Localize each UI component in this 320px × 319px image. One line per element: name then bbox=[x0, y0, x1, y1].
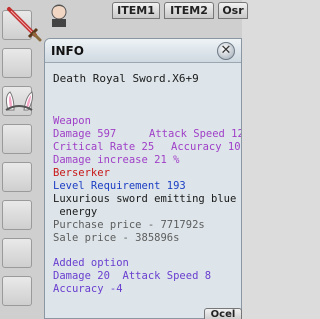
item-description-cont: energy bbox=[53, 206, 98, 218]
class-restriction: Berserker bbox=[53, 167, 110, 179]
tab-item2[interactable]: ITEM2 bbox=[164, 2, 214, 19]
stat-damage-increase: Damage increase 21 % bbox=[53, 154, 180, 166]
tooltip-header: INFO ✕ bbox=[45, 39, 241, 63]
inventory-slot[interactable] bbox=[2, 238, 32, 268]
purchase-price: Purchase price - 771792s bbox=[53, 219, 205, 231]
stat-critical-rate: Critical Rate 25 bbox=[53, 141, 155, 153]
character-avatar-icon[interactable] bbox=[48, 3, 70, 27]
tab-other[interactable]: Osr bbox=[218, 2, 248, 19]
added-option-title: Added option bbox=[53, 257, 129, 269]
sword-icon[interactable] bbox=[3, 3, 43, 43]
inventory-slot[interactable] bbox=[2, 48, 32, 78]
added-option-accuracy: Accuracy -4 bbox=[53, 283, 123, 295]
stat-damage: Damage 597 bbox=[53, 128, 117, 140]
stat-accuracy: Accuracy 10 bbox=[171, 141, 241, 153]
inventory-slot[interactable] bbox=[2, 162, 32, 192]
inventory-slot[interactable] bbox=[2, 276, 32, 306]
item-description: Luxurious sword emitting blue bbox=[53, 193, 237, 205]
close-icon[interactable]: ✕ bbox=[217, 42, 235, 60]
tab-item1[interactable]: ITEM1 bbox=[112, 2, 160, 19]
tooltip-title: INFO bbox=[51, 44, 84, 58]
bottom-tab[interactable]: Ocel bbox=[204, 308, 242, 319]
added-option-damage: Damage 20 Attack Speed 8 bbox=[53, 270, 212, 282]
sale-price: Sale price - 385896s bbox=[53, 232, 180, 244]
item-name: Death Royal Sword.X6+9 bbox=[53, 72, 199, 85]
stat-attack-speed: Attack Speed 12 bbox=[149, 128, 242, 140]
bunny-ears-icon[interactable] bbox=[2, 88, 36, 114]
item-category: Weapon bbox=[53, 115, 91, 127]
item-info-tooltip: INFO ✕ Death Royal Sword.X6+9 Weapon Dam… bbox=[44, 38, 242, 319]
inventory-slot[interactable] bbox=[2, 124, 32, 154]
inventory-slot[interactable] bbox=[2, 200, 32, 230]
level-requirement: Level Requirement 193 bbox=[53, 180, 186, 192]
